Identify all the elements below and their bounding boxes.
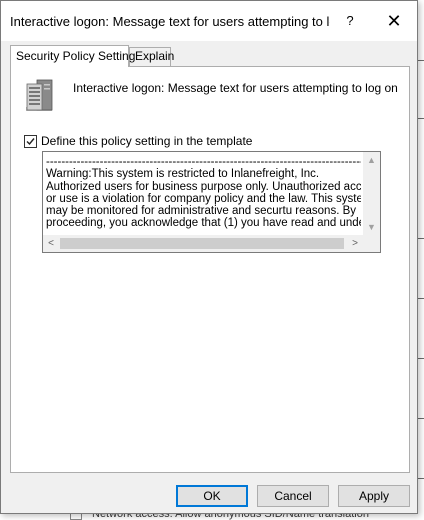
- horizontal-scroll-thumb[interactable]: [60, 238, 344, 249]
- scrollbar-corner: [363, 235, 380, 252]
- apply-button[interactable]: Apply: [338, 485, 410, 507]
- tab-security-policy-setting[interactable]: Security Policy Setting: [10, 45, 135, 67]
- cancel-button[interactable]: Cancel: [257, 485, 329, 507]
- tab-explain[interactable]: Explain: [129, 47, 174, 66]
- horizontal-scrollbar[interactable]: < >: [43, 235, 363, 252]
- message-text-field[interactable]: ----------------------------------------…: [42, 151, 381, 253]
- window-title: Interactive logon: Message text for user…: [10, 14, 330, 29]
- scroll-down-arrow-icon[interactable]: ▼: [363, 219, 380, 235]
- checkmark-icon: [26, 138, 35, 146]
- tab-panel: Interactive logon: Message text for user…: [10, 66, 410, 473]
- help-button[interactable]: ?: [337, 7, 363, 35]
- policy-title: Interactive logon: Message text for user…: [73, 81, 398, 95]
- vertical-scrollbar[interactable]: ▲ ▼: [363, 152, 380, 235]
- scroll-left-arrow-icon[interactable]: <: [43, 235, 59, 252]
- title-bar[interactable]: Interactive logon: Message text for user…: [1, 1, 417, 41]
- policy-properties-dialog: Interactive logon: Message text for user…: [0, 0, 418, 514]
- close-icon: ✕: [386, 11, 402, 31]
- close-button[interactable]: ✕: [379, 7, 409, 35]
- ok-button[interactable]: OK: [176, 485, 248, 507]
- scroll-up-arrow-icon[interactable]: ▲: [363, 152, 380, 168]
- message-text-content[interactable]: ----------------------------------------…: [46, 156, 361, 231]
- define-policy-checkbox[interactable]: [24, 135, 37, 148]
- scroll-right-arrow-icon[interactable]: >: [347, 235, 363, 252]
- server-icon: [26, 79, 53, 111]
- define-policy-label[interactable]: Define this policy setting in the templa…: [41, 134, 252, 148]
